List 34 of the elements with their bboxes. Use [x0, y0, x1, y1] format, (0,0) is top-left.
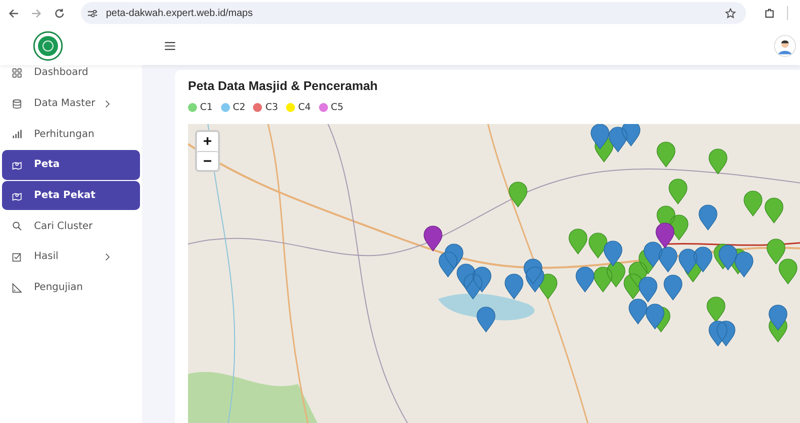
- sidebar-item[interactable]: Peta: [2, 150, 140, 180]
- bookmark-star-icon[interactable]: [725, 8, 736, 18]
- chevron-right-icon: [105, 252, 110, 261]
- map-icon: [12, 160, 22, 170]
- sidebar-item[interactable]: Data Master: [2, 88, 140, 118]
- legend-label: C3: [265, 102, 278, 112]
- sidebar-item[interactable]: Pengujian: [2, 272, 140, 302]
- extensions-icon[interactable]: [764, 8, 775, 18]
- sidebar-item[interactable]: Cari Cluster: [2, 211, 140, 242]
- zoom-out-button[interactable]: −: [197, 151, 218, 170]
- user-avatar[interactable]: [774, 34, 796, 56]
- legend-label: C4: [298, 102, 311, 112]
- map-icon: [12, 190, 22, 201]
- back-icon[interactable]: [8, 8, 19, 18]
- ruler-icon: [12, 282, 22, 293]
- card-title: Peta Data Masjid & Penceramah: [188, 78, 379, 95]
- menu-icon[interactable]: [164, 40, 176, 50]
- legend-label: C5: [330, 102, 344, 112]
- reload-icon[interactable]: [54, 8, 65, 18]
- sidebar-item[interactable]: Peta Pekat: [2, 180, 140, 210]
- legend-label: C1: [200, 102, 213, 112]
- address-bar[interactable]: peta-dakwah.expert.web.id/maps: [81, 2, 746, 24]
- sidebar-item[interactable]: Hasil: [2, 242, 140, 272]
- database-icon: [12, 98, 22, 109]
- bar-chart-icon: [12, 129, 22, 140]
- checkbox-icon: [12, 252, 22, 262]
- logo: [33, 30, 63, 60]
- legend-label: C2: [232, 102, 246, 112]
- search-icon: [12, 221, 22, 232]
- chevron-right-icon: [105, 100, 110, 108]
- sidebar-item[interactable]: Perhitungan: [2, 119, 140, 150]
- site-settings-icon[interactable]: [87, 8, 98, 18]
- sidebar-item[interactable]: Dashboard: [2, 65, 140, 88]
- grid-icon: [12, 68, 22, 78]
